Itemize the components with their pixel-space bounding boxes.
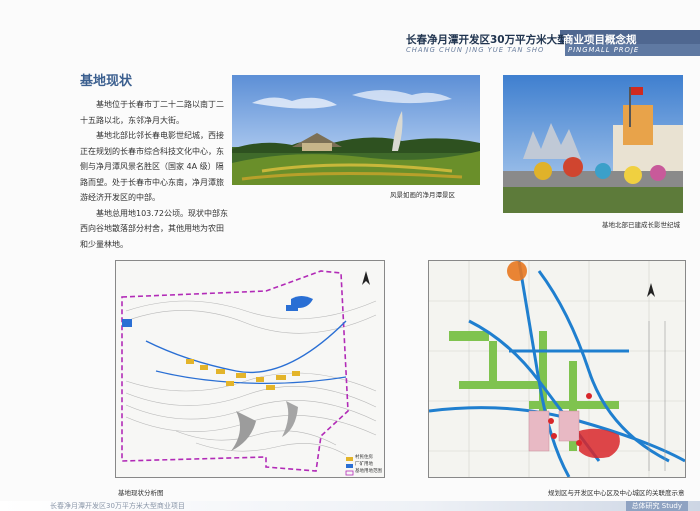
film-city-photo: [503, 75, 683, 213]
legend-item-factory: 厂矿用地: [355, 462, 373, 467]
paragraph-location: 基地位于长春市丁二十二路以南丁二十五路以北，东邻净月大街。: [80, 100, 224, 125]
footer-left-text: 长春净月潭开发区30万平方米大型商业项目: [50, 502, 185, 510]
photo2-caption: 基地北部已建成长影世纪城: [602, 221, 680, 229]
map2-caption: 规划区与开发区中心区及中心城区的关联度示意: [548, 489, 685, 497]
page-header: 长春净月潭开发区30万平方米大型 商业项目概念规 CHANG CHUN JING…: [400, 30, 700, 60]
paragraph-surroundings: 基地北部比邻长春电影世纪城，西接正在规划的长春市综合科技文化中心，东侧与净月潭风…: [80, 131, 224, 202]
header-title-highlight: 商业项目概念规: [563, 34, 637, 46]
paragraph-area: 基地总用地103.72公顷。现状中部东西向谷地散落部分村舍，其他用地为农田和少量…: [80, 208, 228, 249]
brochure-page: 长春净月潭开发区30万平方米大型 商业项目概念规 CHANG CHUN JING…: [0, 0, 700, 511]
photo1-caption: 风景如画的净月潭景区: [390, 191, 455, 199]
section-body: 基地位于长春市丁二十二路以南丁二十五路以北，东邻净月大街。 基地北部比邻长春电影…: [80, 97, 230, 252]
header-subtitle: CHANG CHUN JING YUE TAN SHO: [406, 46, 545, 54]
section-title: 基地现状: [80, 74, 133, 89]
legend-item-boundary: 基地用地范围: [355, 469, 382, 474]
scenic-area-photo: [232, 75, 480, 185]
legend-item-residences: 村民住房: [355, 455, 373, 460]
footer-right-text: 总体研究 Study: [625, 501, 688, 511]
map1-caption: 基地现状分析图: [118, 489, 164, 497]
header-title: 长春净月潭开发区30万平方米大型: [406, 34, 568, 46]
header-subtitle-highlight: PINGMALL PROJE: [568, 46, 640, 54]
regional-relation-map: [428, 260, 686, 478]
site-analysis-map: 村民住房 厂矿用地 基地用地范围: [115, 260, 385, 478]
